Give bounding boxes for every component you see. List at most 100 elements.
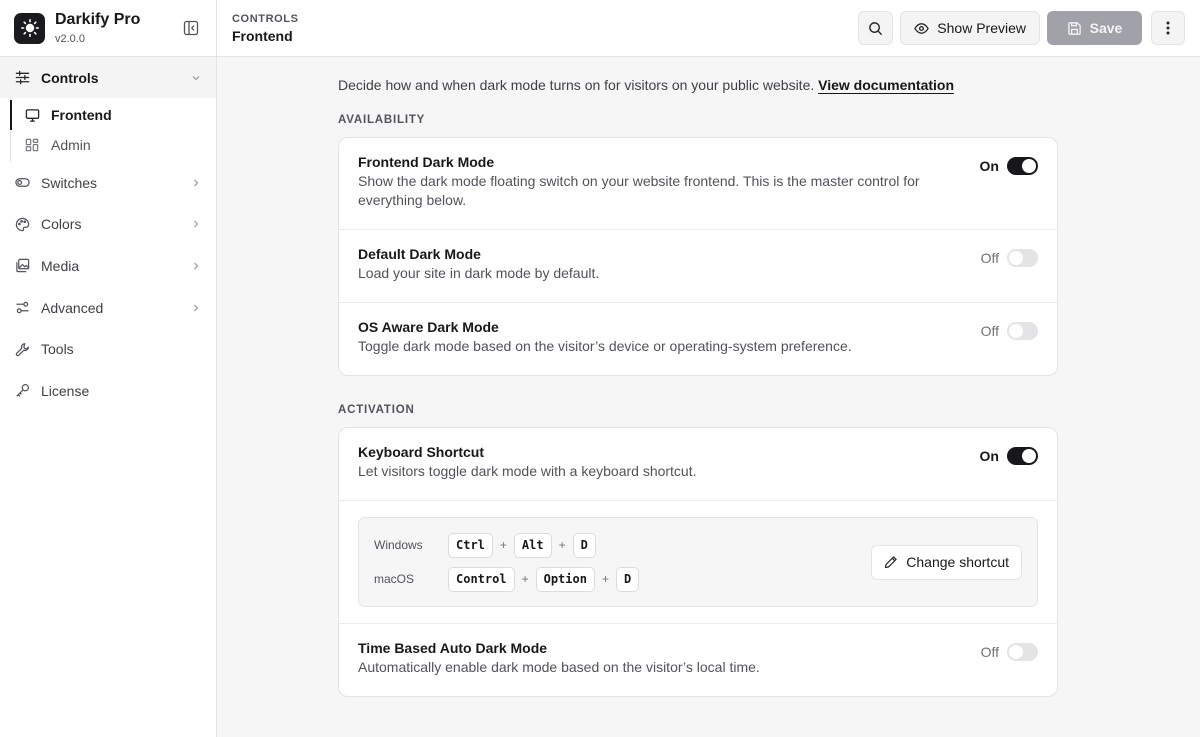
monitor-icon [24, 107, 40, 123]
more-vertical-icon [1166, 21, 1170, 35]
sidebar-collapse-icon[interactable] [180, 17, 202, 39]
sidebar-item-tools[interactable]: Tools [0, 328, 216, 370]
search-button[interactable] [858, 11, 894, 45]
eye-icon [914, 21, 930, 36]
availability-heading: AVAILABILITY [338, 114, 426, 126]
save-button[interactable]: Save [1047, 11, 1142, 45]
sidebar-item-media[interactable]: Media [0, 245, 216, 287]
setting-title: Default Dark Mode [358, 246, 481, 262]
activation-heading: ACTIVATION [338, 404, 415, 416]
plus-separator: + [521, 572, 529, 586]
default-dark-mode-toggle[interactable] [1007, 249, 1038, 267]
breadcrumb: CONTROLS Frontend [232, 13, 858, 44]
images-icon [14, 258, 30, 274]
sidebar-item-label: Tools [41, 341, 74, 358]
top-header: CONTROLS Frontend Show Preview Save [217, 0, 1200, 57]
frontend-dark-mode-row: Frontend Dark Mode Show the dark mode fl… [339, 138, 1057, 230]
toggle-state-label: On [979, 448, 999, 464]
macos-shortcut: macOS Control + Option + D [374, 566, 871, 592]
sidebar-item-label: Colors [41, 216, 82, 233]
sidebar-group-label: Controls [41, 69, 99, 86]
sidebar-item-colors[interactable]: Colors [0, 204, 216, 246]
time-based-dark-mode-row: Time Based Auto Dark Mode Automatically … [339, 624, 1057, 696]
breadcrumb-section: CONTROLS [232, 12, 299, 25]
keyboard-shortcut-row: Keyboard Shortcut Let visitors toggle da… [339, 428, 1057, 501]
intro-text: Decide how and when dark mode turns on f… [338, 77, 815, 93]
chevron-right-icon [190, 218, 202, 230]
toggle-state-label: Off [980, 250, 999, 266]
sidebar-item-label: Frontend [51, 107, 112, 123]
key-cap: D [572, 532, 596, 558]
sliders-icon [14, 70, 30, 86]
os-label: Windows [374, 538, 423, 552]
app-name: Darkify Pro [55, 11, 141, 28]
setting-description: Automatically enable dark mode based on … [358, 659, 760, 675]
view-documentation-link[interactable]: View documentation [818, 77, 954, 93]
keyboard-shortcut-toggle[interactable] [1007, 447, 1038, 465]
sidebar-item-label: Advanced [41, 299, 104, 316]
darkify-logo-icon [14, 12, 45, 44]
sidebar-item-label: License [41, 382, 90, 399]
settings-sliders-icon [14, 300, 30, 316]
activation-card: Keyboard Shortcut Let visitors toggle da… [338, 427, 1058, 697]
sidebar-item-advanced[interactable]: Advanced [0, 287, 216, 329]
key-cap: Ctrl [448, 532, 493, 558]
toggle-state-label: Off [980, 644, 999, 660]
change-shortcut-label: Change shortcut [906, 554, 1009, 570]
sidebar-item-admin[interactable]: Admin [11, 130, 216, 160]
key-cap: D [615, 566, 640, 592]
sidebar-submenu: Frontend Admin [10, 98, 216, 162]
wrench-icon [14, 341, 30, 357]
toggle-icon [14, 175, 30, 191]
chevron-down-icon [190, 72, 202, 84]
brand-header: Darkify Pro v2.0.0 [0, 0, 216, 57]
intro-paragraph: Decide how and when dark mode turns on f… [338, 76, 1058, 94]
app-version: v2.0.0 [55, 33, 85, 45]
sidebar-item-label: Media [41, 257, 80, 274]
windows-shortcut: Windows Ctrl + Alt + D [374, 532, 871, 558]
sidebar-group-controls[interactable]: Controls [0, 57, 216, 98]
setting-description: Let visitors toggle dark mode with a key… [358, 463, 697, 479]
setting-title: OS Aware Dark Mode [358, 319, 499, 335]
setting-title: Time Based Auto Dark Mode [358, 640, 548, 656]
key-cap: Control [448, 566, 515, 592]
shortcut-panel: Windows Ctrl + Alt + D macOS Control + O… [358, 517, 1038, 607]
main-content: Decide how and when dark mode turns on f… [338, 57, 1058, 697]
floppy-disk-icon [1067, 21, 1082, 36]
key-cap: Alt [513, 532, 552, 558]
shortcut-config-row: Windows Ctrl + Alt + D macOS Control + O… [339, 501, 1057, 624]
setting-description: Load your site in dark mode by default. [358, 265, 600, 281]
plus-separator: + [558, 538, 566, 552]
plus-separator: + [499, 538, 507, 552]
frontend-dark-mode-toggle[interactable] [1007, 157, 1038, 175]
sidebar-item-switches[interactable]: Switches [0, 162, 216, 204]
chevron-right-icon [190, 260, 202, 272]
sidebar-item-frontend[interactable]: Frontend [10, 100, 216, 130]
sidebar-item-license[interactable]: License [0, 370, 216, 412]
time-based-dark-mode-toggle[interactable] [1007, 643, 1038, 661]
show-preview-label: Show Preview [937, 20, 1026, 36]
show-preview-button[interactable]: Show Preview [900, 11, 1040, 45]
availability-card: Frontend Dark Mode Show the dark mode fl… [338, 137, 1058, 376]
setting-description: Show the dark mode floating switch on yo… [358, 173, 920, 208]
key-icon [14, 383, 30, 399]
sidebar: Darkify Pro v2.0.0 Controls Frontend Adm… [0, 0, 217, 737]
setting-description: Toggle dark mode based on the visitor’s … [358, 338, 852, 354]
sidebar-nav: Controls Frontend Admin Switches Colors … [0, 57, 216, 412]
change-shortcut-button[interactable]: Change shortcut [871, 544, 1022, 580]
plus-separator: + [601, 572, 609, 586]
save-label: Save [1089, 20, 1123, 36]
search-icon [868, 21, 883, 36]
chevron-right-icon [190, 302, 202, 314]
os-aware-dark-mode-toggle[interactable] [1007, 322, 1038, 340]
toggle-state-label: On [979, 158, 999, 174]
chevron-right-icon [190, 177, 202, 189]
setting-title: Keyboard Shortcut [358, 444, 485, 460]
page-title: Frontend [232, 27, 293, 44]
setting-title: Frontend Dark Mode [358, 154, 495, 170]
more-options-button[interactable] [1151, 11, 1185, 45]
os-aware-dark-mode-row: OS Aware Dark Mode Toggle dark mode base… [339, 303, 1057, 375]
sidebar-item-label: Admin [51, 137, 91, 153]
default-dark-mode-row: Default Dark Mode Load your site in dark… [339, 230, 1057, 303]
toggle-state-label: Off [980, 323, 999, 339]
